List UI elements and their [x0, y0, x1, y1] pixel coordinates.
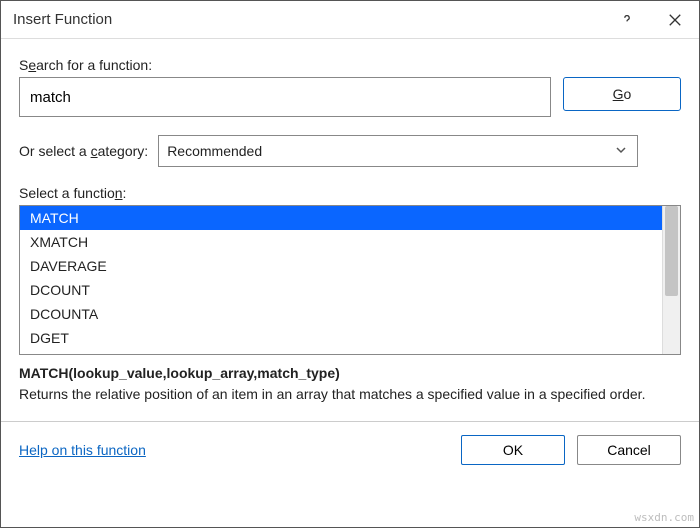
- scroll-thumb[interactable]: [665, 206, 678, 296]
- dialog-title: Insert Function: [13, 11, 603, 28]
- close-icon[interactable]: [651, 1, 699, 39]
- cancel-button[interactable]: Cancel: [577, 435, 681, 465]
- help-link[interactable]: Help on this function: [19, 442, 146, 458]
- function-list-label: Select a function:: [19, 185, 681, 201]
- titlebar: Insert Function: [1, 1, 699, 39]
- ok-button[interactable]: OK: [461, 435, 565, 465]
- list-item[interactable]: DMAX: [20, 350, 662, 354]
- dialog-body: Search for a function: Go Or select a ca…: [1, 39, 699, 527]
- list-item[interactable]: XMATCH: [20, 230, 662, 254]
- go-button[interactable]: Go: [563, 77, 681, 111]
- chevron-down-icon: [615, 143, 627, 159]
- insert-function-dialog: Insert Function Search for a function: G…: [0, 0, 700, 528]
- list-item[interactable]: DCOUNTA: [20, 302, 662, 326]
- list-item[interactable]: DCOUNT: [20, 278, 662, 302]
- function-description: Returns the relative position of an item…: [19, 385, 681, 405]
- category-select[interactable]: Recommended: [158, 135, 638, 167]
- dialog-footer: Help on this function OK Cancel: [1, 421, 699, 479]
- help-icon[interactable]: [603, 1, 651, 39]
- category-selected: Recommended: [167, 143, 262, 159]
- function-list[interactable]: MATCHXMATCHDAVERAGEDCOUNTDCOUNTADGETDMAX: [19, 205, 681, 355]
- search-label: Search for a function:: [19, 57, 681, 73]
- category-label: Or select a category:: [19, 143, 148, 159]
- search-input[interactable]: [19, 77, 551, 117]
- list-item[interactable]: DGET: [20, 326, 662, 350]
- scrollbar[interactable]: [662, 206, 680, 354]
- list-item[interactable]: DAVERAGE: [20, 254, 662, 278]
- function-signature: MATCH(lookup_value,lookup_array,match_ty…: [19, 365, 681, 381]
- list-item[interactable]: MATCH: [20, 206, 662, 230]
- function-description-area: MATCH(lookup_value,lookup_array,match_ty…: [19, 365, 681, 405]
